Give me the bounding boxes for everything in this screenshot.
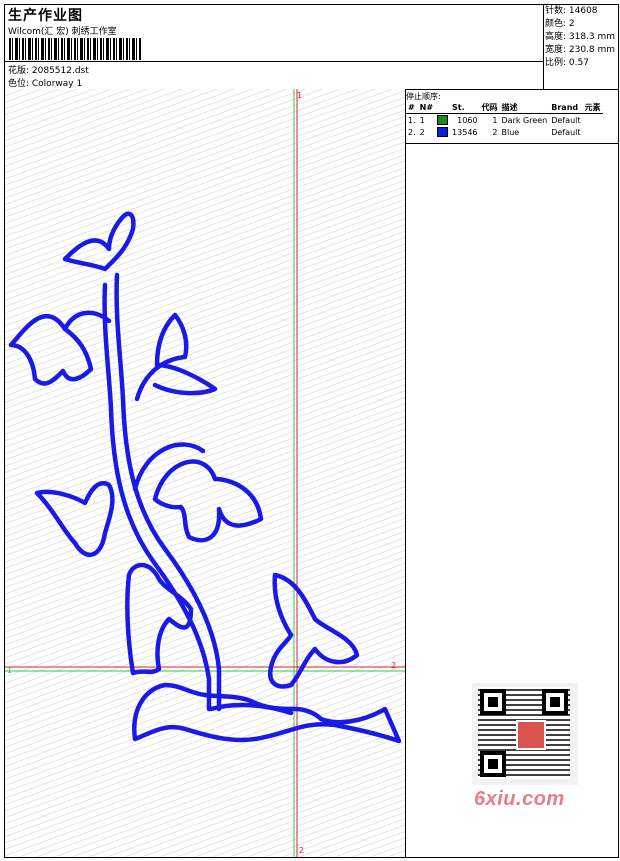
- middle-right-flower: [152, 459, 264, 543]
- base-swoosh: [132, 682, 402, 744]
- design-height: 高度: 318.3 mm: [545, 32, 616, 42]
- row-code: 2: [492, 127, 498, 137]
- colorway: 色位: Colorway 1: [8, 79, 83, 89]
- divider: [5, 61, 543, 62]
- stem-outer: [114, 272, 222, 712]
- left-middle-leaf: [34, 481, 115, 557]
- barcode: [9, 38, 141, 60]
- qr-logo-stamp: [516, 720, 546, 750]
- design-file: 花版: 2085512.dst: [8, 66, 89, 76]
- col-code: 代码: [479, 101, 500, 114]
- color-swatch: [437, 127, 449, 137]
- guide-label-bottom: 2: [299, 846, 304, 855]
- left-upper-flower: [8, 313, 94, 386]
- col-description: 描述: [499, 101, 550, 114]
- row-description: Blue: [501, 127, 520, 137]
- col-number: N#: [417, 101, 436, 114]
- stop-sequence-panel: 停止顺序: # N# St. 代码 描述 Brand 元素 1. 1 1060 …: [406, 89, 618, 144]
- row-element: [583, 126, 603, 138]
- color-swatch: [437, 115, 449, 125]
- embroidery-preview: 1 2 1 2: [5, 89, 405, 857]
- sheet-title: 生产作业图: [8, 8, 83, 24]
- col-index: #: [406, 101, 418, 114]
- row-description: Dark Green: [501, 115, 548, 125]
- right-upper-leaf: [134, 312, 218, 402]
- row-swatch-cell: [435, 126, 450, 138]
- qr-finder: [480, 751, 506, 777]
- design-canvas: 1 2 1 2: [5, 89, 406, 857]
- design-width: 宽度: 230.8 mm: [545, 45, 616, 55]
- company-name: Wilcom(汇 宏) 刺绣工作室: [8, 27, 117, 37]
- row-number: 2: [419, 127, 425, 137]
- guide-label-right: 2: [391, 661, 396, 670]
- col-brand: Brand: [549, 101, 583, 114]
- col-element: 元素: [582, 101, 603, 114]
- table-row: 1. 1 1060 1 Dark Green Default: [406, 114, 603, 127]
- row-index: 1.: [408, 115, 416, 125]
- qr-pattern: [478, 687, 570, 779]
- row-swatch-cell: [435, 114, 450, 127]
- col-stitches: St.: [450, 101, 480, 114]
- qr-code: [472, 683, 578, 785]
- design-scale: 比例: 0.57: [545, 58, 589, 68]
- lower-right-flower: [267, 572, 360, 689]
- row-brand: Default: [551, 115, 581, 125]
- sheet-header: 生产作业图 Wilcom(汇 宏) 刺绣工作室 花版: 2085512.dst …: [5, 5, 618, 90]
- color-count: 颜色: 2: [545, 19, 575, 29]
- row-code: 1: [492, 115, 498, 125]
- table-header-row: # N# St. 代码 描述 Brand 元素: [406, 101, 603, 114]
- stats-panel: 针数: 14608 颜色: 2 高度: 318.3 mm 宽度: 230.8 m…: [545, 5, 615, 70]
- top-flower: [62, 211, 136, 272]
- header-info-block: 生产作业图 Wilcom(汇 宏) 刺绣工作室 花版: 2085512.dst …: [5, 5, 544, 89]
- base-inner-line: [208, 702, 294, 716]
- middle-curl: [132, 442, 206, 492]
- table-row: 2. 2 13546 2 Blue Default: [406, 126, 603, 138]
- stop-sequence-table: # N# St. 代码 描述 Brand 元素 1. 1 1060 1 Dark…: [406, 101, 603, 138]
- col-color-swatch: [435, 101, 451, 114]
- watermark-logo: 6xiu.com: [474, 788, 565, 810]
- guide-label-top: 1: [297, 91, 302, 100]
- row-brand: Default: [551, 127, 581, 137]
- row-number: 1: [419, 115, 425, 125]
- left-upper-curl: [62, 310, 112, 332]
- qr-finder: [480, 689, 506, 715]
- row-element: [583, 114, 603, 127]
- row-stitches: 13546: [452, 127, 478, 137]
- floral-embroidery: [8, 211, 402, 744]
- qr-finder: [542, 689, 568, 715]
- stitch-count: 针数: 14608: [545, 6, 598, 16]
- row-index: 2.: [408, 127, 416, 137]
- lower-left-bud: [125, 562, 194, 676]
- row-stitches: 1060: [457, 115, 478, 125]
- guide-label-left: 1: [7, 666, 12, 675]
